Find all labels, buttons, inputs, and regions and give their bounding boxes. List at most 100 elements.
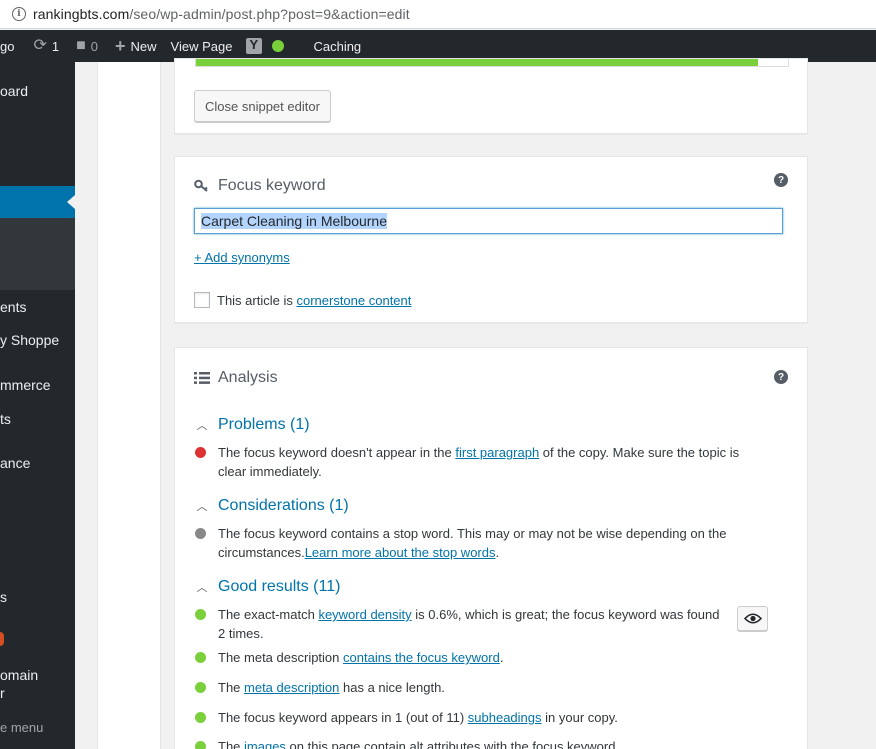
analysis-header: Analysis: [194, 369, 278, 387]
key-icon: [194, 179, 212, 193]
cornerstone-row: This article is cornerstone content: [194, 292, 411, 308]
result-text: The: [218, 739, 245, 749]
notification-badge: [0, 632, 4, 646]
result-link[interactable]: contains the focus keyword: [343, 650, 500, 665]
good-result-item: The meta description contains the focus …: [194, 648, 754, 667]
problems-toggle[interactable]: ︿ Problems (1): [194, 416, 310, 434]
result-text: The meta description: [218, 650, 344, 665]
collapse-menu-button[interactable]: e menu: [0, 720, 75, 735]
caching-label: Caching: [313, 38, 362, 54]
result-text: in your copy.: [541, 710, 618, 725]
sidebar-item-appearance[interactable]: ance: [0, 455, 75, 471]
sidebar-item-domain-line2[interactable]: r: [0, 685, 75, 701]
yoast-icon: [246, 37, 263, 54]
result-text: has a nice length.: [339, 680, 445, 695]
sidebar-item-comments[interactable]: ents: [0, 299, 75, 315]
seo-score-dot: [272, 40, 285, 52]
green-bullet-icon: [195, 652, 206, 663]
analysis-box: Analysis ? ︿ Problems (1) The focus keyw…: [174, 347, 808, 749]
considerations-heading: Considerations (1): [218, 497, 349, 514]
site-name-menu[interactable]: go: [0, 30, 21, 62]
result-text: .: [499, 650, 504, 665]
list-icon: [194, 372, 212, 384]
red-bullet-icon: [195, 447, 206, 458]
result-text: The exact-match: [218, 607, 319, 622]
result-text: The focus keyword doesn't appear in the: [218, 445, 456, 460]
eye-icon: [743, 613, 762, 624]
sidebar-item-active[interactable]: [0, 186, 75, 218]
considerations-toggle[interactable]: ︿ Considerations (1): [194, 497, 349, 515]
good-results-heading: Good results (11): [218, 578, 341, 595]
result-link[interactable]: keyword density: [318, 607, 411, 622]
chevron-up-icon: ︿: [196, 501, 208, 513]
new-content-menu[interactable]: + New: [105, 30, 164, 62]
url-text[interactable]: rankingbts.com/seo/wp-admin/post.php?pos…: [33, 6, 410, 22]
help-icon[interactable]: ?: [774, 370, 788, 384]
sidebar-submenu: [0, 218, 75, 290]
snippet-editor-box: Close snippet editor: [174, 58, 808, 134]
comment-icon: ■: [76, 37, 86, 54]
new-label: New: [130, 38, 157, 54]
eye-marker-button[interactable]: [737, 606, 768, 631]
green-bullet-icon: [195, 741, 206, 749]
result-text: The focus keyword appears in 1 (out of 1…: [218, 710, 468, 725]
comments-menu[interactable]: ■ 0: [66, 30, 105, 62]
cornerstone-content-link[interactable]: cornerstone content: [296, 293, 411, 308]
url-path: /seo/wp-admin/post.php?post=9&action=edi…: [129, 6, 410, 22]
help-icon[interactable]: ?: [774, 173, 788, 187]
result-link[interactable]: subheadings: [468, 710, 542, 725]
comments-count: 0: [90, 38, 99, 54]
focus-keyword-input[interactable]: Carpet Cleaning in Melbourne: [194, 208, 783, 234]
green-bullet-icon: [195, 712, 206, 723]
focus-keyword-title: Focus keyword: [218, 177, 326, 194]
result-link[interactable]: first paragraph: [455, 445, 539, 460]
result-text: The: [218, 680, 245, 695]
sidebar-item-domain[interactable]: omain: [0, 667, 75, 683]
snippet-progress-fill: [196, 59, 759, 66]
sidebar-item-products[interactable]: ts: [0, 411, 75, 427]
updates-count: 1: [51, 38, 60, 54]
focus-keyword-value: Carpet Cleaning in Melbourne: [201, 213, 387, 229]
browser-address-bar[interactable]: i rankingbts.com/seo/wp-admin/post.php?p…: [0, 0, 876, 29]
sidebar-item-shoppe[interactable]: y Shoppe: [0, 332, 75, 348]
good-result-item: The images on this page contain alt attr…: [194, 737, 754, 749]
result-text: .: [495, 545, 500, 560]
plus-icon: +: [115, 36, 126, 56]
editor-column: [97, 62, 161, 749]
updates-icon: ⟳: [33, 37, 47, 54]
close-snippet-editor-button[interactable]: Close snippet editor: [194, 90, 331, 122]
add-synonyms-link[interactable]: + Add synonyms: [194, 250, 290, 265]
snippet-progress-bar: [195, 59, 789, 67]
url-host: rankingbts.com: [33, 6, 130, 22]
sidebar-item-dashboard[interactable]: oard: [0, 83, 75, 99]
result-link[interactable]: Learn more about the stop words: [305, 545, 496, 560]
admin-sidebar: oard ents y Shoppe mmerce ts ance s omai…: [0, 62, 75, 749]
result-text: on this page contain alt attributes with…: [285, 739, 620, 749]
green-bullet-icon: [195, 609, 206, 620]
problems-heading: Problems (1): [218, 416, 310, 433]
chevron-up-icon: ︿: [196, 420, 208, 432]
green-bullet-icon: [195, 682, 206, 693]
sidebar-item-woocommerce[interactable]: mmerce: [0, 377, 75, 393]
result-link[interactable]: images: [244, 739, 286, 749]
gray-bullet-icon: [195, 528, 206, 539]
site-name-label: go: [0, 38, 15, 54]
good-result-item: The meta description has a nice length.: [194, 678, 754, 697]
sidebar-item-settings[interactable]: s: [0, 589, 75, 605]
focus-keyword-header: Focus keyword: [194, 177, 326, 195]
good-results-toggle[interactable]: ︿ Good results (11): [194, 578, 341, 596]
problem-item: The focus keyword doesn't appear in the …: [194, 443, 754, 481]
good-result-item: The exact-match keyword density is 0.6%,…: [194, 605, 724, 643]
result-link[interactable]: meta description: [244, 680, 339, 695]
analysis-title: Analysis: [218, 369, 278, 386]
consideration-item: The focus keyword contains a stop word. …: [194, 524, 754, 562]
cornerstone-checkbox[interactable]: [194, 292, 210, 308]
good-result-item: The focus keyword appears in 1 (out of 1…: [194, 708, 754, 727]
info-icon[interactable]: i: [12, 7, 26, 21]
chevron-up-icon: ︿: [196, 582, 208, 594]
cornerstone-label: This article is: [217, 292, 297, 308]
updates-menu[interactable]: ⟳ 1: [21, 30, 66, 62]
focus-keyword-box: Focus keyword ? Carpet Cleaning in Melbo…: [174, 156, 808, 323]
view-page-label: View Page: [170, 38, 233, 54]
main-content: Close snippet editor Focus keyword ? Car…: [75, 58, 876, 749]
